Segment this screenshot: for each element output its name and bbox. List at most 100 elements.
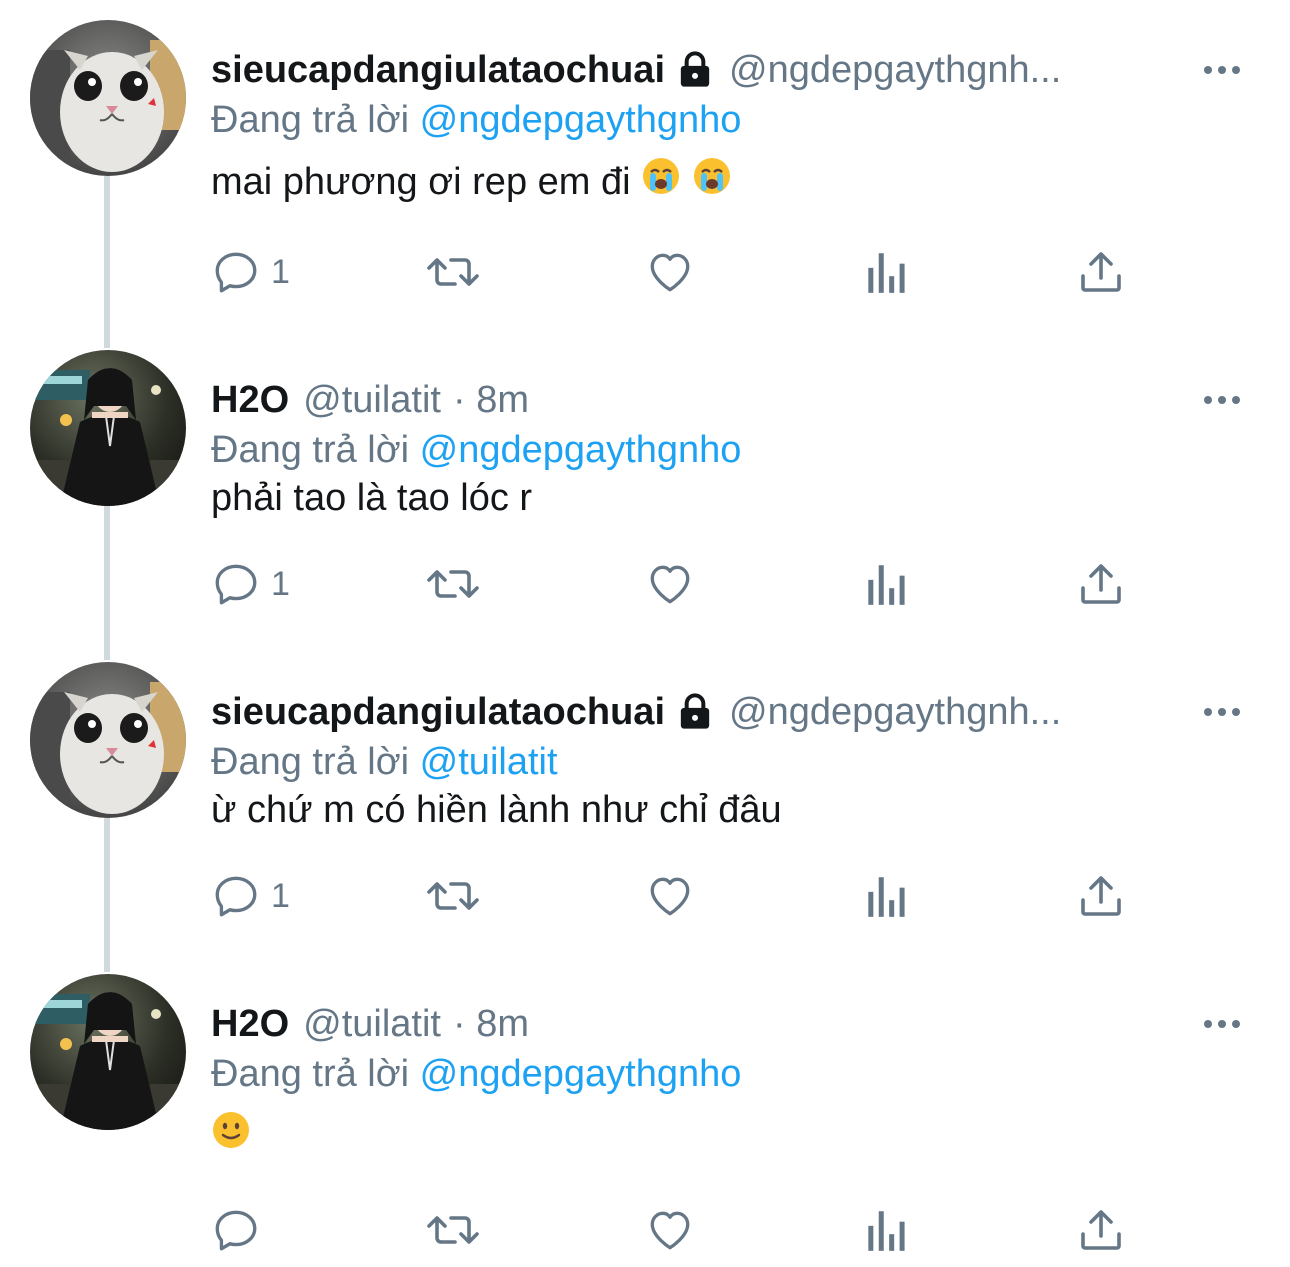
replying-label: Đang trả lời bbox=[211, 741, 410, 783]
handle[interactable]: @tuilatit bbox=[303, 996, 441, 1052]
share-icon bbox=[1081, 1210, 1121, 1250]
tweet[interactable]: sieucapdangiulataochuai @ngdepgaythgnh..… bbox=[0, 20, 1290, 340]
tweet-text-content: mai phương ơi rep em đi bbox=[211, 161, 631, 203]
like-button[interactable] bbox=[645, 242, 695, 302]
retweet-button[interactable] bbox=[425, 242, 481, 302]
share-icon bbox=[1081, 564, 1121, 604]
cat-avatar-image bbox=[30, 662, 186, 818]
more-options-button[interactable] bbox=[1194, 684, 1250, 740]
reply-count: 1 bbox=[271, 876, 290, 915]
avatar[interactable] bbox=[30, 974, 186, 1130]
tweet-text bbox=[211, 1108, 251, 1166]
tweet[interactable]: H2O @tuilatit · 8m Đang trả lời @ngdepga… bbox=[0, 350, 1290, 650]
retweet-button[interactable] bbox=[425, 554, 481, 614]
share-button[interactable] bbox=[1077, 866, 1125, 926]
replying-to: Đang trả lời @ngdepgaythgnho bbox=[211, 1046, 741, 1102]
share-button[interactable] bbox=[1077, 242, 1125, 302]
tweet-header: sieucapdangiulataochuai @ngdepgaythgnh..… bbox=[211, 684, 1250, 740]
tweet[interactable]: sieucapdangiulataochuai @ngdepgaythgnh..… bbox=[0, 662, 1290, 962]
girl-avatar-image bbox=[30, 350, 186, 506]
share-button[interactable] bbox=[1077, 1200, 1125, 1260]
more-options-button[interactable] bbox=[1194, 42, 1250, 98]
share-icon bbox=[1081, 252, 1121, 292]
avatar[interactable] bbox=[30, 662, 186, 818]
views-icon bbox=[868, 565, 905, 605]
reply-count: 1 bbox=[271, 252, 290, 291]
action-bar: 1 bbox=[211, 242, 1151, 302]
action-bar bbox=[211, 1200, 1151, 1260]
retweet-icon bbox=[427, 258, 479, 286]
like-icon bbox=[650, 565, 690, 604]
retweet-icon bbox=[427, 882, 479, 910]
like-button[interactable] bbox=[645, 866, 695, 926]
reply-icon bbox=[215, 1210, 257, 1251]
views-button[interactable] bbox=[863, 242, 907, 302]
reply-button[interactable]: 1 bbox=[211, 554, 290, 614]
reply-mention-link[interactable]: @ngdepgaythgnho bbox=[420, 99, 742, 141]
tweet-text: ừ chứ m có hiền lành như chỉ đâu bbox=[211, 782, 782, 838]
lock-icon bbox=[675, 692, 715, 732]
replying-label: Đang trả lời bbox=[211, 1053, 410, 1095]
tweet-text-content: phải tao là tao lóc r bbox=[211, 477, 533, 519]
reply-mention-link[interactable]: @tuilatit bbox=[420, 741, 558, 783]
more-options-button[interactable] bbox=[1194, 372, 1250, 428]
views-button[interactable] bbox=[863, 866, 907, 926]
like-button[interactable] bbox=[645, 1200, 695, 1260]
more-icon bbox=[1204, 708, 1240, 716]
display-name[interactable]: H2O bbox=[211, 372, 289, 428]
tweet-header: H2O @tuilatit · 8m bbox=[211, 372, 1250, 428]
action-bar: 1 bbox=[211, 866, 1151, 926]
lock-icon bbox=[675, 50, 715, 90]
tweet-text: phải tao là tao lóc r bbox=[211, 470, 532, 526]
slightly-smiling-face-icon bbox=[211, 1110, 251, 1166]
timestamp[interactable]: · 8m bbox=[453, 372, 529, 428]
more-options-button[interactable] bbox=[1194, 996, 1250, 1052]
more-icon bbox=[1204, 1020, 1240, 1028]
reply-count: 1 bbox=[271, 564, 290, 603]
girl-avatar-image bbox=[30, 974, 186, 1130]
reply-icon bbox=[215, 252, 257, 293]
handle[interactable]: @ngdepgaythgnh... bbox=[729, 42, 1061, 98]
like-icon bbox=[650, 253, 690, 292]
retweet-icon bbox=[427, 570, 479, 598]
reply-button[interactable]: 1 bbox=[211, 242, 290, 302]
display-name[interactable]: H2O bbox=[211, 996, 289, 1052]
avatar[interactable] bbox=[30, 20, 186, 176]
display-name[interactable]: sieucapdangiulataochuai bbox=[211, 42, 665, 98]
loudly-crying-face-icon bbox=[692, 156, 732, 212]
reply-icon bbox=[215, 564, 257, 605]
handle[interactable]: @tuilatit bbox=[303, 372, 441, 428]
like-button[interactable] bbox=[645, 554, 695, 614]
reply-mention-link[interactable]: @ngdepgaythgnho bbox=[420, 429, 742, 471]
reply-button[interactable]: 1 bbox=[211, 866, 290, 926]
share-icon bbox=[1081, 876, 1121, 916]
tweet-header: sieucapdangiulataochuai @ngdepgaythgnh..… bbox=[211, 42, 1250, 98]
more-icon bbox=[1204, 396, 1240, 404]
reply-button[interactable] bbox=[211, 1200, 261, 1260]
tweet-header: H2O @tuilatit · 8m bbox=[211, 996, 1250, 1052]
tweet[interactable]: H2O @tuilatit · 8m Đang trả lời @ngdepga… bbox=[0, 974, 1290, 1264]
display-name[interactable]: sieucapdangiulataochuai bbox=[211, 684, 665, 740]
loudly-crying-face-icon bbox=[641, 156, 681, 212]
replying-label: Đang trả lời bbox=[211, 99, 410, 141]
like-icon bbox=[650, 1211, 690, 1250]
views-icon bbox=[868, 877, 905, 917]
avatar[interactable] bbox=[30, 350, 186, 506]
reply-icon bbox=[215, 876, 257, 917]
share-button[interactable] bbox=[1077, 554, 1125, 614]
timestamp[interactable]: · 8m bbox=[453, 996, 529, 1052]
views-button[interactable] bbox=[863, 554, 907, 614]
replying-to: Đang trả lời @ngdepgaythgnho bbox=[211, 92, 741, 148]
retweet-icon bbox=[427, 1216, 479, 1244]
handle[interactable]: @ngdepgaythgnh... bbox=[729, 684, 1061, 740]
like-icon bbox=[650, 877, 690, 916]
tweet-text: mai phương ơi rep em đi bbox=[211, 154, 732, 212]
cat-avatar-image bbox=[30, 20, 186, 176]
retweet-button[interactable] bbox=[425, 1200, 481, 1260]
retweet-button[interactable] bbox=[425, 866, 481, 926]
more-icon bbox=[1204, 66, 1240, 74]
replying-label: Đang trả lời bbox=[211, 429, 410, 471]
views-button[interactable] bbox=[863, 1200, 907, 1260]
tweet-text-content: ừ chứ m có hiền lành như chỉ đâu bbox=[211, 789, 782, 831]
reply-mention-link[interactable]: @ngdepgaythgnho bbox=[420, 1053, 742, 1095]
